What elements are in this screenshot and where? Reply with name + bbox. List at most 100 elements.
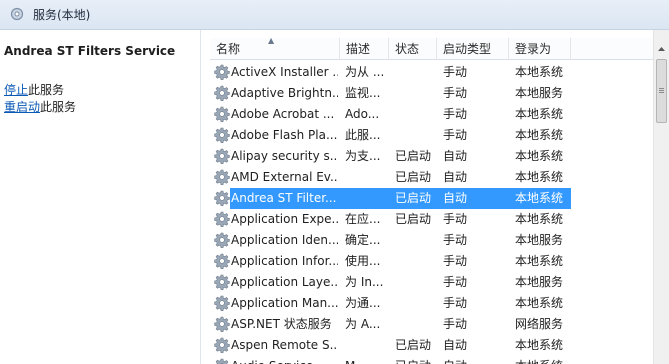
gear-icon bbox=[214, 337, 230, 353]
service-startup-type: 自动 bbox=[443, 191, 468, 205]
service-log-on-as: 本地系统 bbox=[515, 338, 564, 352]
service-description: 为通... bbox=[345, 296, 381, 310]
service-name: Adobe Flash Pla... bbox=[231, 128, 338, 142]
service-row[interactable]: ASP.NET 状态服务为 A... 手动 网络服务 bbox=[210, 314, 650, 335]
service-description: 此服... bbox=[345, 128, 381, 142]
service-description: 为从 ... bbox=[345, 65, 385, 79]
description-pane: Andrea ST Filters Service 停止此服务 重启动此服务 bbox=[0, 30, 200, 364]
service-log-on-as: 本地系统 bbox=[515, 296, 564, 310]
service-name: Adobe Acrobat ... bbox=[231, 107, 335, 121]
service-row[interactable]: Application Expe... 在应... 已启动 手动 本地系统 bbox=[210, 209, 650, 230]
service-row[interactable]: Aspen Remote S... 已启动 自动 本地系统 bbox=[210, 335, 650, 356]
service-log-on-as: 本地服务 bbox=[515, 275, 564, 289]
service-startup-type: 手动 bbox=[443, 296, 468, 310]
service-status: 已启动 bbox=[395, 356, 435, 364]
service-startup-type: 手动 bbox=[443, 275, 468, 289]
service-description: 为 In... bbox=[345, 275, 384, 289]
service-row[interactable]: ActiveX Installer ... 为从 ... 手动 本地系统 bbox=[210, 62, 650, 83]
service-status bbox=[395, 104, 435, 125]
service-description bbox=[345, 335, 389, 356]
service-row[interactable]: Application Laye... 为 In... 手动 本地服务 bbox=[210, 272, 650, 293]
column-log-on-as[interactable]: 登录为 bbox=[509, 38, 571, 60]
scroll-up-arrow-icon[interactable] bbox=[654, 41, 669, 57]
service-description: 为支... bbox=[345, 149, 381, 163]
services-icon bbox=[10, 7, 24, 21]
column-status[interactable]: 状态 bbox=[389, 38, 437, 60]
service-startup-type: 手动 bbox=[443, 128, 468, 142]
service-description: M... bbox=[345, 356, 389, 364]
gear-icon bbox=[214, 253, 230, 269]
restart-service-link[interactable]: 重启动 bbox=[4, 100, 40, 114]
restart-action: 重启动此服务 bbox=[4, 98, 76, 115]
column-description[interactable]: 描述 bbox=[340, 38, 389, 60]
service-name: Application Expe... bbox=[231, 212, 338, 226]
service-log-on-as: 本地系统 bbox=[515, 107, 564, 121]
service-status: 已启动 bbox=[395, 170, 432, 184]
service-log-on-as: 本地服务 bbox=[515, 233, 564, 247]
service-status bbox=[395, 125, 435, 146]
service-row[interactable]: Application Iden... 确定... 手动 本地服务 bbox=[210, 230, 650, 251]
service-row[interactable]: Alipay security s... 为支... 已启动 自动 本地系统 bbox=[210, 146, 650, 167]
service-status bbox=[395, 83, 435, 104]
service-row[interactable]: Audio Service M... 已启动自动 本地系统 bbox=[210, 356, 650, 364]
service-description: 监视... bbox=[345, 86, 381, 100]
restart-suffix: 此服务 bbox=[40, 100, 77, 114]
service-startup-type: 自动 bbox=[443, 170, 468, 184]
service-name: Andrea ST Filter... bbox=[231, 191, 337, 205]
service-name: ActiveX Installer ... bbox=[231, 65, 338, 79]
service-name: Application Iden... bbox=[231, 233, 338, 247]
service-log-on-as: 本地系统 bbox=[515, 65, 564, 79]
service-status bbox=[395, 293, 435, 314]
gear-icon bbox=[214, 64, 230, 80]
service-description: Ado... bbox=[345, 107, 380, 121]
service-name: Aspen Remote S... bbox=[231, 338, 338, 352]
service-row[interactable]: Andrea ST Filter... 已启动 自动 本地系统 bbox=[210, 188, 650, 209]
stop-suffix: 此服务 bbox=[28, 83, 65, 97]
service-name: ASP.NET 状态服务 bbox=[231, 317, 332, 331]
service-name: Application Infor... bbox=[231, 254, 338, 268]
service-name: Adaptive Brightn... bbox=[231, 86, 338, 100]
service-log-on-as: 本地系统 bbox=[515, 212, 564, 226]
service-status bbox=[395, 272, 435, 293]
service-startup-type: 手动 bbox=[443, 317, 468, 331]
service-description bbox=[345, 188, 389, 209]
service-log-on-as: 网络服务 bbox=[515, 317, 564, 331]
service-name: Application Laye... bbox=[231, 275, 338, 289]
service-startup-type: 手动 bbox=[443, 254, 468, 268]
sort-ascending-icon: ▲ bbox=[268, 36, 275, 45]
service-startup-type: 自动 bbox=[443, 356, 503, 364]
service-row[interactable]: Application Man... 为通... 手动 本地系统 bbox=[210, 293, 650, 314]
column-startup-type[interactable]: 启动类型 bbox=[437, 38, 509, 60]
service-description: 为 A... bbox=[345, 317, 381, 331]
gear-icon bbox=[214, 169, 230, 185]
service-title: Andrea ST Filters Service bbox=[4, 44, 176, 58]
service-row[interactable]: Adaptive Brightn... 监视... 手动 本地服务 bbox=[210, 83, 650, 104]
service-row[interactable]: Adobe Acrobat ... Ado... 手动 本地系统 bbox=[210, 104, 650, 125]
column-name-label: 名称 bbox=[216, 42, 241, 56]
service-startup-type: 自动 bbox=[443, 338, 468, 352]
service-row[interactable]: Application Infor... 使用... 手动 本地系统 bbox=[210, 251, 650, 272]
service-row[interactable]: Adobe Flash Pla... 此服... 手动 本地系统 bbox=[210, 125, 650, 146]
scrollbar-thumb[interactable] bbox=[656, 59, 667, 123]
grip-line bbox=[659, 88, 664, 89]
service-startup-type: 手动 bbox=[443, 212, 468, 226]
service-status bbox=[395, 62, 435, 83]
service-startup-type: 自动 bbox=[443, 149, 468, 163]
service-startup-type: 手动 bbox=[443, 233, 468, 247]
gear-icon bbox=[214, 148, 230, 164]
vertical-scrollbar[interactable] bbox=[653, 30, 669, 364]
stop-service-link[interactable]: 停止 bbox=[4, 83, 28, 97]
service-name: Alipay security s... bbox=[231, 149, 338, 163]
service-description: 确定... bbox=[345, 233, 381, 247]
service-name: Audio Service bbox=[231, 356, 338, 364]
gear-icon bbox=[214, 190, 230, 206]
service-row[interactable]: AMD External Ev... 已启动 自动 本地系统 bbox=[210, 167, 650, 188]
service-status: 已启动 bbox=[395, 212, 432, 226]
column-name[interactable]: ▲ 名称 bbox=[210, 36, 340, 60]
gear-icon bbox=[214, 85, 230, 101]
gear-icon bbox=[215, 358, 229, 364]
service-log-on-as: 本地系统 bbox=[515, 254, 564, 268]
gear-icon bbox=[214, 211, 230, 227]
service-status: 已启动 bbox=[395, 191, 432, 205]
service-name: AMD External Ev... bbox=[231, 170, 338, 184]
